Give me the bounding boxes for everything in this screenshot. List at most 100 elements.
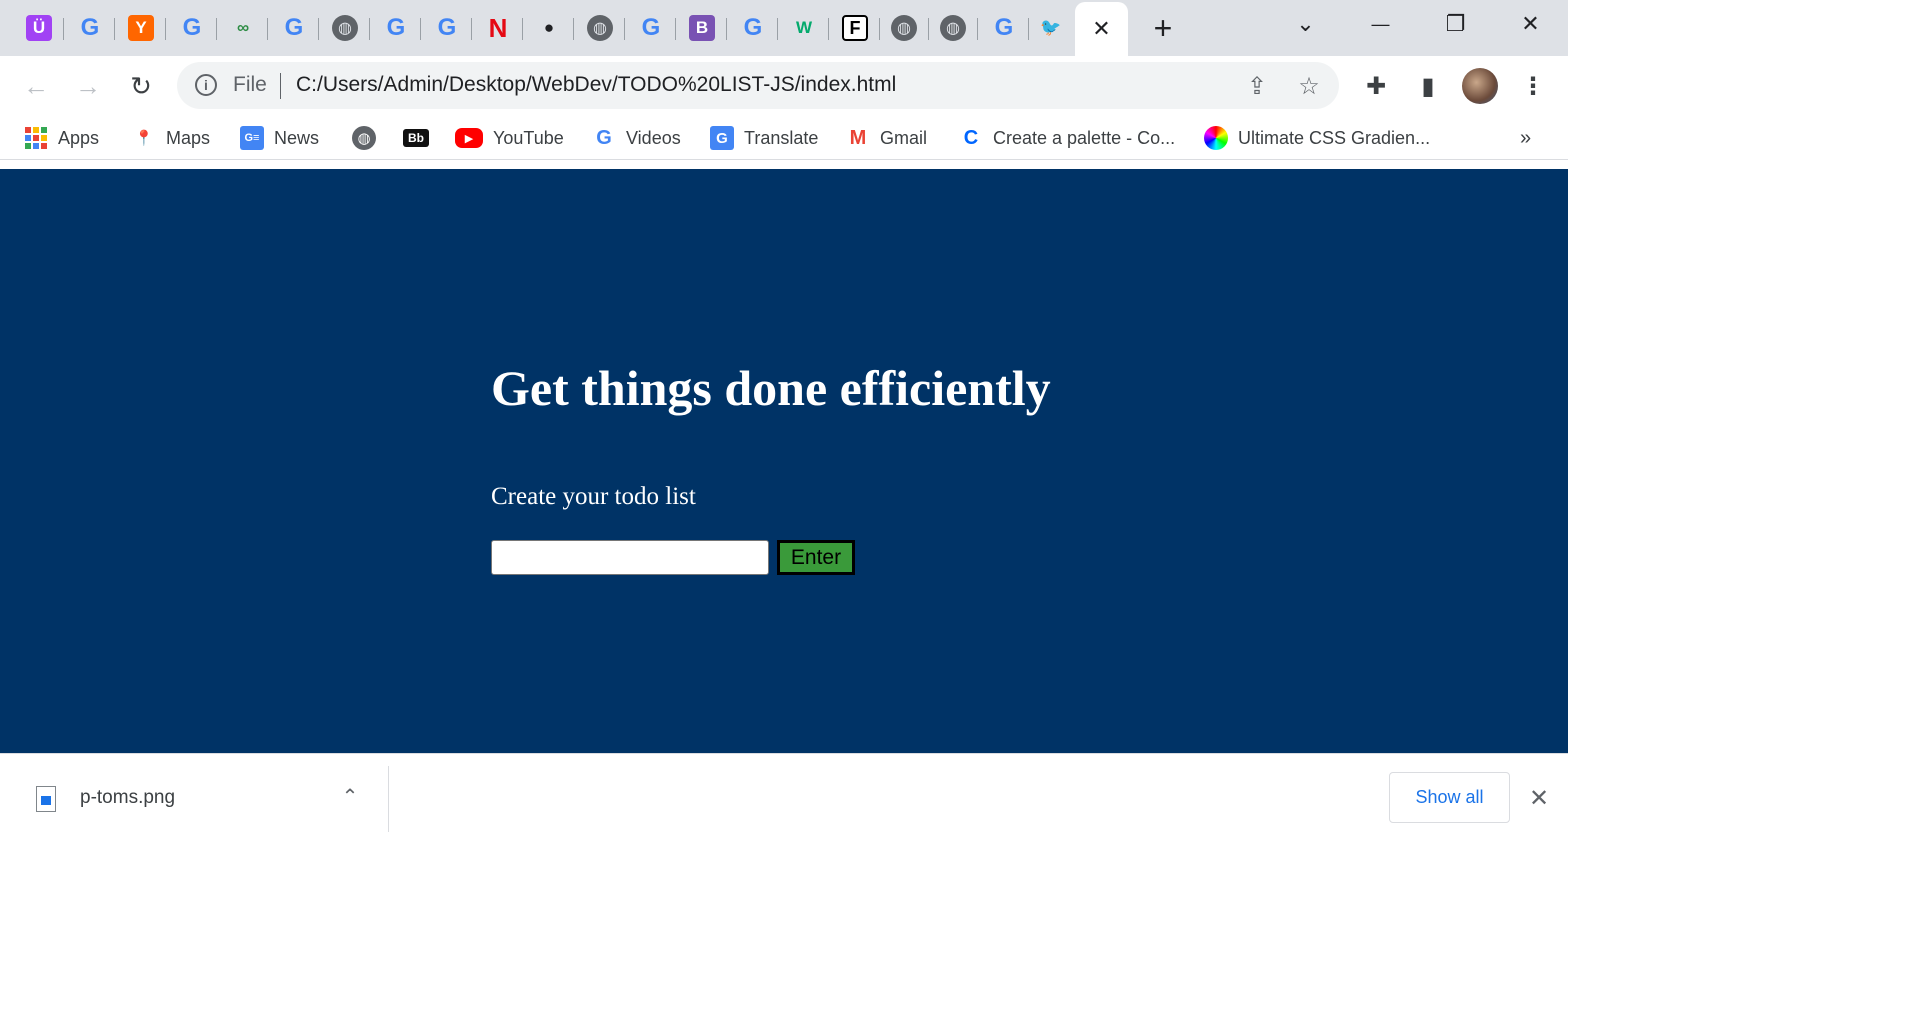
extensions-icon[interactable]: ✚ bbox=[1358, 68, 1394, 104]
site-info-icon[interactable]: i bbox=[195, 74, 217, 96]
google-icon: G bbox=[994, 14, 1014, 41]
download-file-name[interactable]: p-toms.png bbox=[80, 787, 175, 809]
tab[interactable]: G bbox=[728, 8, 778, 48]
download-options-button[interactable]: ⌃ bbox=[336, 782, 364, 810]
tab[interactable]: Y bbox=[116, 8, 166, 48]
forward-button[interactable]: → bbox=[68, 66, 108, 106]
share-icon[interactable]: ⇪ bbox=[1243, 72, 1271, 100]
back-button[interactable]: ← bbox=[16, 66, 56, 106]
minimize-button[interactable]: — bbox=[1343, 0, 1418, 48]
side-panel-icon[interactable]: ▮ bbox=[1410, 68, 1446, 104]
bookmark-cssgradient[interactable]: Ultimate CSS Gradien... bbox=[1204, 124, 1430, 152]
coolors-icon: C bbox=[963, 126, 979, 149]
chevrons-right-icon: » bbox=[1520, 126, 1532, 149]
active-tab[interactable]: ✕ bbox=[1075, 2, 1128, 56]
show-all-button[interactable]: Show all bbox=[1389, 772, 1510, 823]
tab[interactable]: Ü bbox=[14, 8, 64, 48]
restore-icon: ❐ bbox=[1445, 11, 1466, 36]
tab-separator bbox=[624, 18, 625, 40]
arrow-right-icon: → bbox=[75, 70, 101, 101]
tab[interactable]: ◍ bbox=[879, 8, 929, 48]
menu-icon[interactable]: ⋮ bbox=[1515, 68, 1551, 104]
bookmark-blackboard[interactable]: Bb bbox=[403, 124, 429, 152]
side-panel-glyph: ▮ bbox=[1421, 72, 1435, 100]
tab-separator bbox=[216, 18, 217, 40]
minimize-icon: — bbox=[1371, 13, 1390, 34]
tab-search-button[interactable]: ⌄ bbox=[1268, 0, 1343, 48]
bookmark-news[interactable]: G≡ News bbox=[240, 124, 319, 152]
google-icon: G bbox=[386, 14, 406, 41]
image-file-icon bbox=[36, 786, 56, 812]
tab-separator bbox=[318, 18, 319, 40]
tab[interactable]: G bbox=[269, 8, 319, 48]
kebab-glyph: ⋮ bbox=[1521, 72, 1545, 100]
reload-icon: ↻ bbox=[130, 70, 152, 101]
geeksforgeeks-icon: ∞ bbox=[236, 18, 250, 37]
bookmark-label: Create a palette - Co... bbox=[993, 127, 1176, 148]
close-icon: ✕ bbox=[1528, 784, 1550, 812]
bookmark-label: Translate bbox=[744, 127, 819, 148]
google-icon: G bbox=[596, 126, 612, 149]
bookmark-gmail[interactable]: M Gmail bbox=[846, 124, 927, 152]
tab[interactable]: ∞ bbox=[218, 8, 268, 48]
tab[interactable]: ● bbox=[524, 8, 574, 48]
bookmark-label: YouTube bbox=[493, 127, 564, 148]
ycombinator-icon: Y bbox=[128, 15, 154, 41]
google-icon: G bbox=[182, 14, 202, 41]
tab[interactable]: G bbox=[65, 8, 115, 48]
close-window-button[interactable]: ✕ bbox=[1493, 0, 1568, 48]
tab[interactable]: ◍ bbox=[320, 8, 370, 48]
apps-grid-icon bbox=[24, 126, 48, 150]
tab[interactable]: G bbox=[167, 8, 217, 48]
globe-icon: ◍ bbox=[352, 126, 376, 150]
profile-avatar[interactable] bbox=[1462, 68, 1498, 104]
globe-icon: ◍ bbox=[332, 15, 358, 41]
tab[interactable]: G bbox=[626, 8, 676, 48]
bookmark-translate[interactable]: G Translate bbox=[710, 124, 818, 152]
puzzle-glyph: ✚ bbox=[1365, 72, 1387, 100]
tab[interactable]: B bbox=[677, 8, 727, 48]
w3schools-icon: W bbox=[795, 18, 813, 37]
bookmarks-overflow-button[interactable]: » bbox=[1520, 124, 1531, 152]
enter-button[interactable]: Enter bbox=[777, 540, 855, 575]
restore-button[interactable]: ❐ bbox=[1418, 0, 1493, 48]
bootstrap-icon: B bbox=[689, 15, 715, 41]
bookmark-apps[interactable]: Apps bbox=[24, 124, 99, 152]
bookmark-youtube[interactable]: ▶ YouTube bbox=[455, 124, 564, 152]
bookmark-coolors[interactable]: C Create a palette - Co... bbox=[959, 124, 1175, 152]
google-icon: G bbox=[284, 14, 304, 41]
bookmark-globe[interactable]: ◍ bbox=[352, 124, 376, 152]
close-shelf-button[interactable]: ✕ bbox=[1524, 783, 1554, 813]
share-glyph: ⇪ bbox=[1246, 72, 1268, 100]
close-icon: ✕ bbox=[1521, 11, 1540, 36]
tab[interactable]: 🐦 bbox=[1026, 8, 1076, 48]
tab[interactable]: N bbox=[473, 8, 523, 48]
shelf-divider bbox=[388, 766, 389, 832]
bookmark-maps[interactable]: 📍 Maps bbox=[132, 124, 210, 152]
new-tab-button[interactable]: + bbox=[1143, 8, 1183, 48]
page-subtitle: Create your todo list bbox=[491, 483, 696, 510]
tab[interactable]: ◍ bbox=[928, 8, 978, 48]
todo-input[interactable] bbox=[491, 540, 769, 575]
tab[interactable]: ◍ bbox=[575, 8, 625, 48]
bookmark-label: Videos bbox=[626, 127, 681, 148]
tab[interactable]: F bbox=[830, 8, 880, 48]
tab-close-icon[interactable]: ✕ bbox=[1092, 16, 1110, 42]
bookmark-label: Gmail bbox=[880, 127, 928, 148]
tab[interactable]: G bbox=[422, 8, 472, 48]
google-icon: G bbox=[743, 14, 763, 41]
page-content: Get things done efficiently Create your … bbox=[0, 169, 1568, 753]
tab[interactable]: G bbox=[371, 8, 421, 48]
bookmark-star-icon[interactable]: ☆ bbox=[1295, 72, 1323, 100]
url-text[interactable]: C:/Users/Admin/Desktop/WebDev/TODO%20LIS… bbox=[296, 73, 896, 97]
tab[interactable]: W bbox=[779, 8, 829, 48]
reload-button[interactable]: ↻ bbox=[121, 66, 161, 106]
info-glyph: i bbox=[204, 77, 208, 93]
github-icon: ● bbox=[543, 18, 555, 37]
star-glyph: ☆ bbox=[1298, 72, 1320, 100]
chevron-down-icon: ⌄ bbox=[1296, 11, 1315, 36]
address-bar[interactable]: i File C:/Users/Admin/Desktop/WebDev/TOD… bbox=[177, 62, 1339, 109]
tab[interactable]: G bbox=[979, 8, 1029, 48]
twitter-icon: 🐦 bbox=[1040, 18, 1062, 37]
bookmark-videos[interactable]: G Videos bbox=[592, 124, 681, 152]
